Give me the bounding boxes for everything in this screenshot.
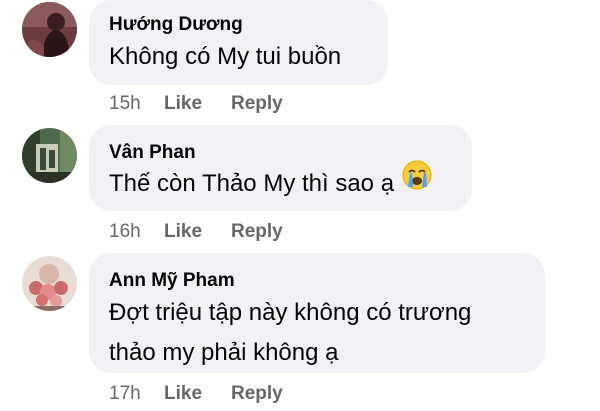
- comment-text-content: Thế còn Thảo My thì sao ạ: [109, 170, 395, 197]
- comment-bubble: Vân Phan Thế còn Thảo My thì sao ạ: [89, 125, 472, 211]
- comment-author[interactable]: Ann Mỹ Pham: [109, 270, 525, 292]
- crying-face-emoji-icon: [402, 160, 432, 203]
- reply-button[interactable]: Reply: [231, 92, 283, 116]
- comment-timestamp[interactable]: 17h: [109, 382, 164, 406]
- profile-photo-icon: [22, 128, 77, 183]
- comment-timestamp[interactable]: 15h: [109, 92, 164, 116]
- reply-button[interactable]: Reply: [231, 382, 283, 406]
- comment-author[interactable]: Vân Phan: [109, 142, 452, 164]
- like-button[interactable]: Like: [164, 92, 231, 116]
- comment-text-line: Đợt triệu tập này không có trương: [109, 299, 472, 326]
- comment-bubble: Ann Mỹ Pham Đợt triệu tập này không có t…: [89, 253, 545, 373]
- comment-actions: 16h Like Reply: [109, 220, 283, 244]
- avatar[interactable]: [22, 2, 77, 57]
- comment-author[interactable]: Hướng Dương: [109, 14, 368, 36]
- comment-bubble: Hướng Dương Không có My tui buồn: [89, 0, 388, 85]
- comment-timestamp[interactable]: 16h: [109, 220, 164, 244]
- reply-button[interactable]: Reply: [231, 220, 283, 244]
- comment-text: Thế còn Thảo My thì sao ạ: [109, 160, 452, 204]
- comment-actions: 15h Like Reply: [109, 92, 283, 116]
- like-button[interactable]: Like: [164, 220, 231, 244]
- comment-text-line: thảo my phải không ạ: [109, 339, 339, 366]
- avatar[interactable]: [22, 256, 77, 311]
- profile-photo-icon: [22, 2, 77, 57]
- comment-text: Không có My tui buồn: [109, 43, 342, 70]
- like-button[interactable]: Like: [164, 382, 231, 406]
- comment-actions: 17h Like Reply: [109, 382, 283, 406]
- profile-photo-icon: [22, 256, 77, 311]
- avatar[interactable]: [22, 128, 77, 183]
